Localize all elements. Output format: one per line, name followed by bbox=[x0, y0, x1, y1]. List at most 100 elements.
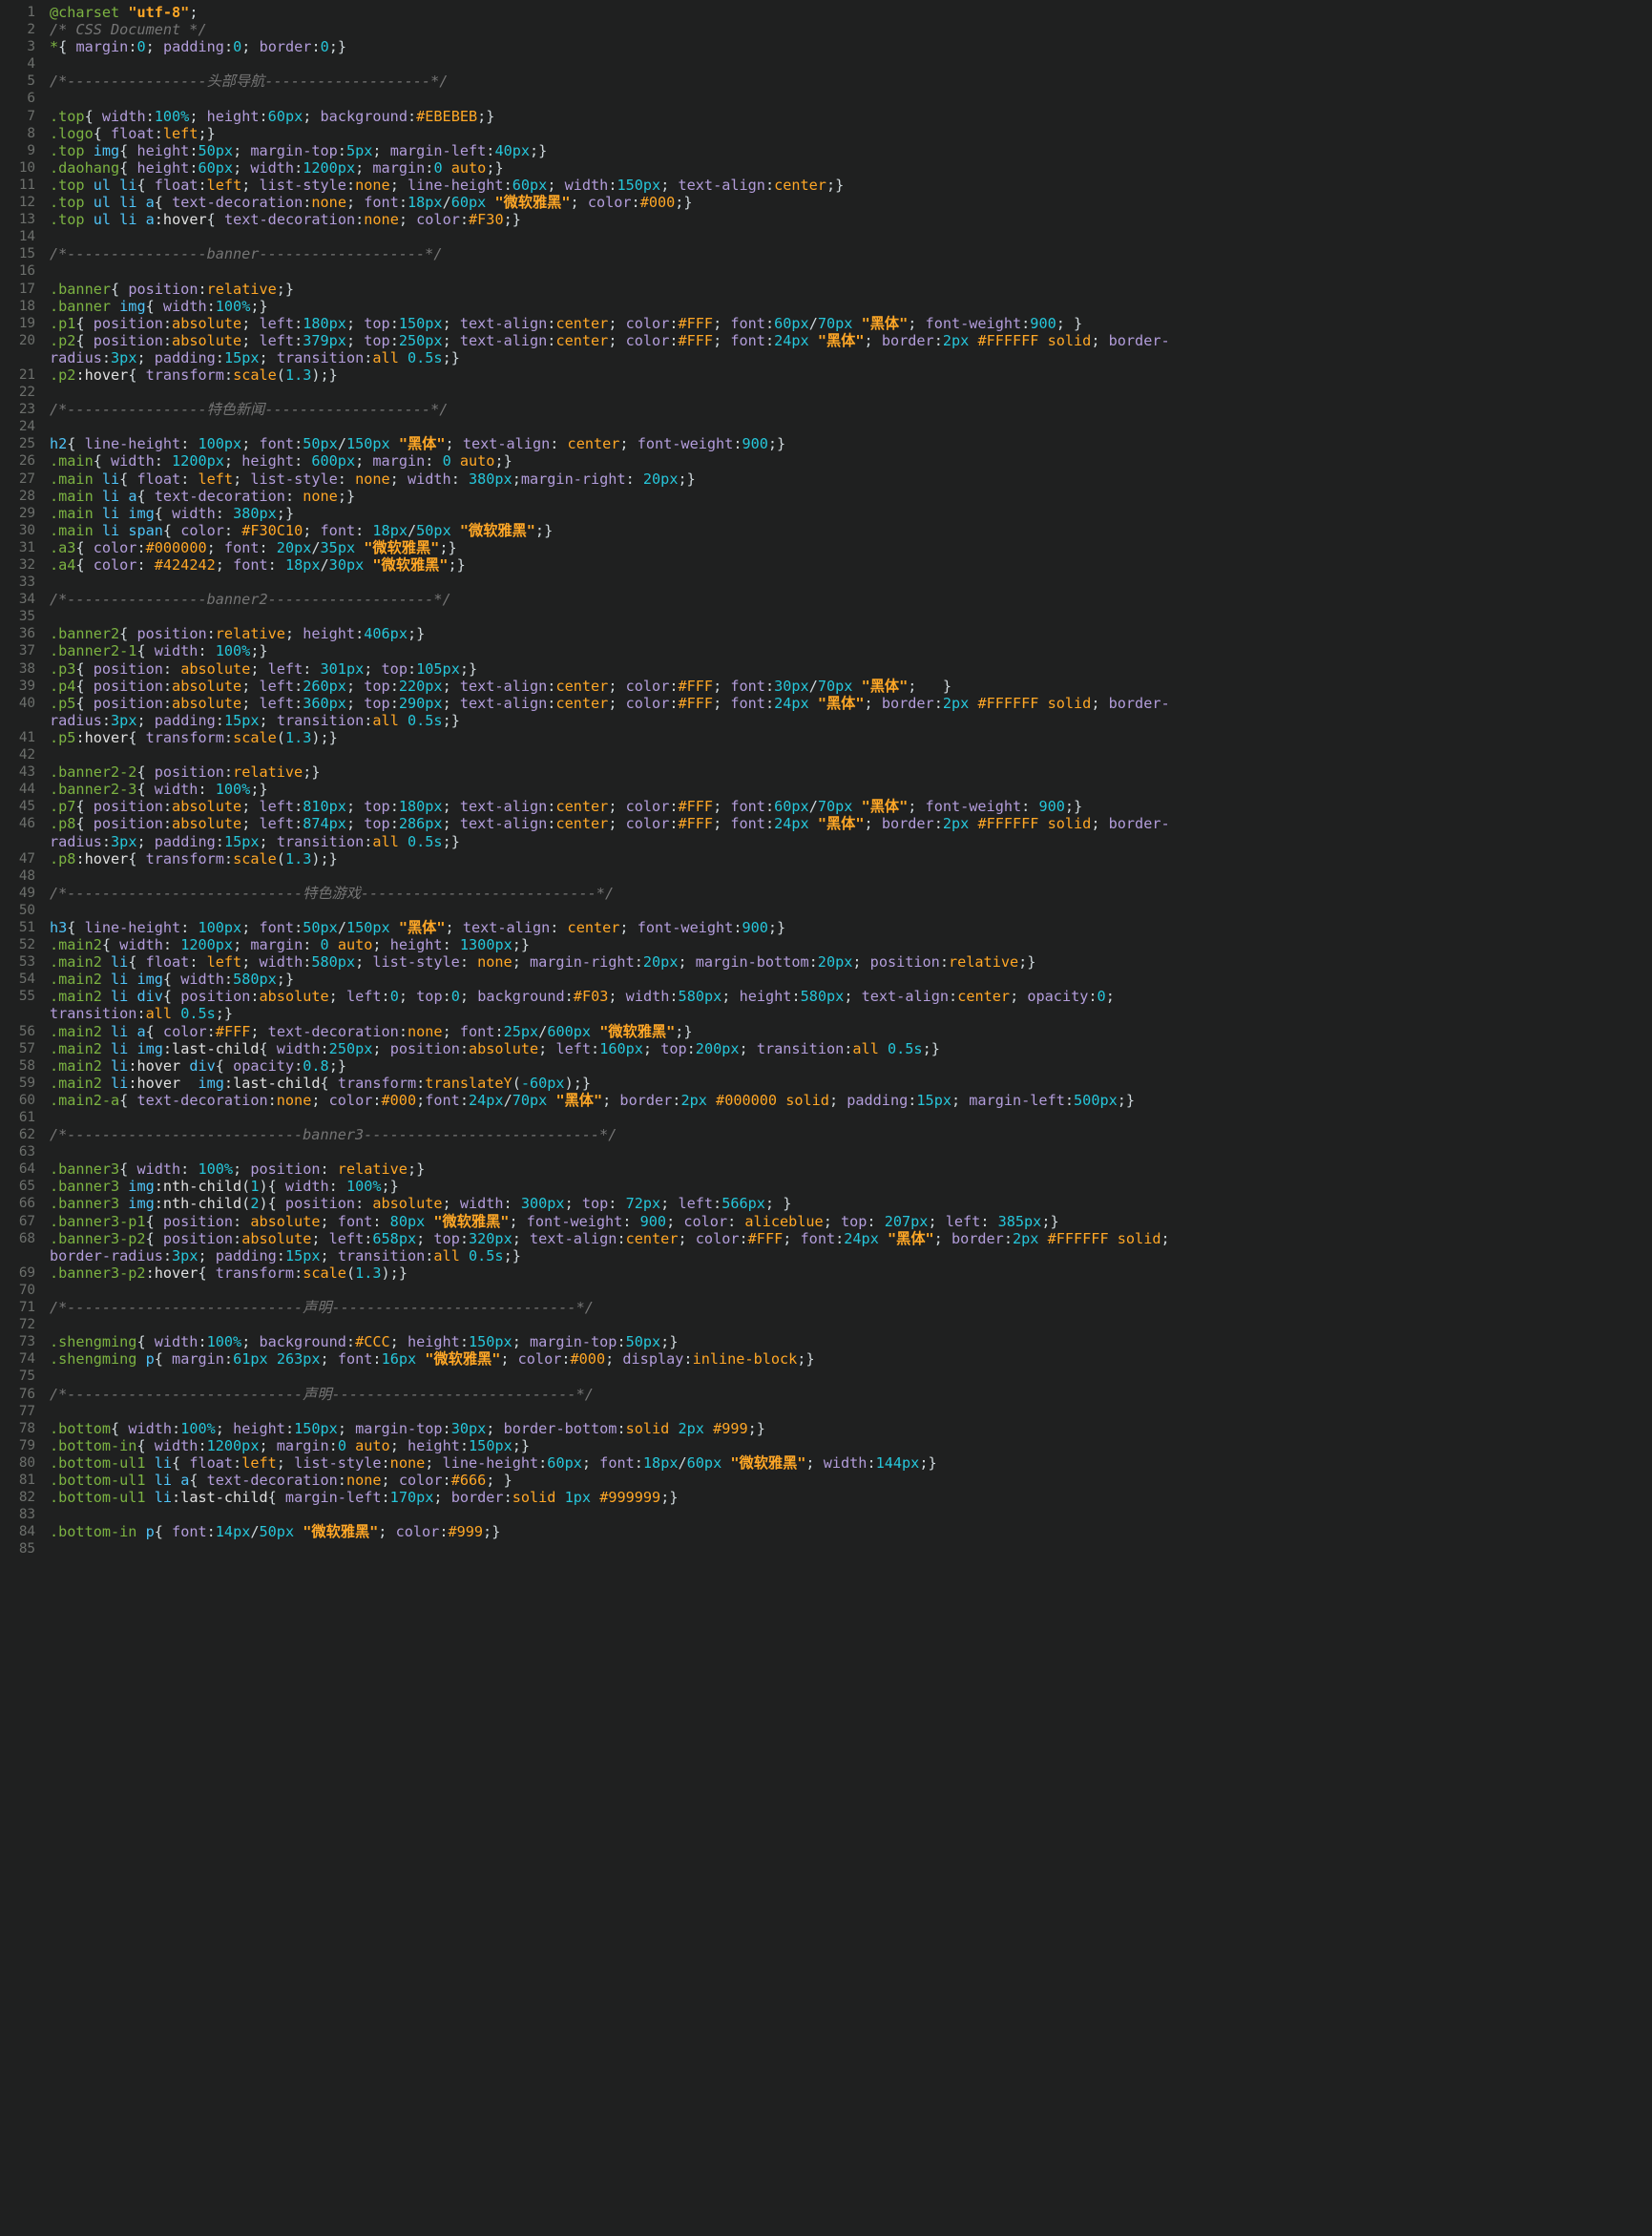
code-content[interactable]: .main li a{ text-decoration: none;} bbox=[50, 488, 1652, 505]
code-line[interactable]: 38 .p3{ position: absolute; left: 301px; … bbox=[0, 660, 1652, 678]
code-line[interactable]: 61 bbox=[0, 1109, 1652, 1126]
code-content[interactable]: transition:all 0.5s;} bbox=[50, 1005, 1652, 1022]
code-line[interactable]: 33 bbox=[0, 574, 1652, 591]
code-line[interactable]: 69 .banner3-p2:hover{ transform:scale(1.3… bbox=[0, 1264, 1652, 1282]
code-line[interactable]: 13 .top ul li a:hover{ text-decoration:no… bbox=[0, 211, 1652, 228]
code-line[interactable]: 8 .logo{ float:left;} bbox=[0, 125, 1652, 142]
code-content[interactable]: .top ul li{ float:left; list-style:none;… bbox=[50, 177, 1652, 194]
code-line[interactable]: 83 bbox=[0, 1506, 1652, 1523]
code-content[interactable]: *{ margin:0; padding:0; border:0;} bbox=[50, 38, 1652, 55]
code-content[interactable]: .top{ width:100%; height:60px; backgroun… bbox=[50, 108, 1652, 125]
code-line[interactable]: 59 .main2 li:hover img:last-child{ transf… bbox=[0, 1075, 1652, 1092]
code-content[interactable]: /*---------------------------声明---------… bbox=[50, 1299, 1652, 1316]
code-line[interactable]: 26 .main{ width: 1200px; height: 600px; m… bbox=[0, 452, 1652, 470]
code-line[interactable]: 23 /*----------------特色新闻----------------… bbox=[0, 401, 1652, 418]
code-content[interactable]: .p8:hover{ transform:scale(1.3);} bbox=[50, 850, 1652, 867]
code-line[interactable]: 49 /*---------------------------特色游戏-----… bbox=[0, 885, 1652, 902]
code-content[interactable]: .main li span{ color: #F30C10; font: 18p… bbox=[50, 522, 1652, 539]
code-line-wrapped[interactable]: radius:3px; padding:15px; transition:all… bbox=[0, 712, 1652, 729]
code-content[interactable]: /*----------------特色新闻------------------… bbox=[50, 401, 1652, 418]
code-line-wrapped[interactable]: radius:3px; padding:15px; transition:all… bbox=[0, 349, 1652, 366]
code-content[interactable]: radius:3px; padding:15px; transition:all… bbox=[50, 833, 1652, 850]
code-line[interactable]: 17 .banner{ position:relative;} bbox=[0, 281, 1652, 298]
code-line[interactable]: 9 .top img{ height:50px; margin-top:5px; … bbox=[0, 142, 1652, 159]
code-line[interactable]: 34 /*----------------banner2-------------… bbox=[0, 591, 1652, 608]
code-content[interactable]: /*---------------------------声明---------… bbox=[50, 1386, 1652, 1403]
code-content[interactable]: .bottom-in{ width:1200px; margin:0 auto;… bbox=[50, 1437, 1652, 1454]
code-content[interactable]: .main2 li div{ position:absolute; left:0… bbox=[50, 988, 1652, 1005]
code-line[interactable]: 64 .banner3{ width: 100%; position: relat… bbox=[0, 1160, 1652, 1178]
code-content[interactable]: .p4{ position:absolute; left:260px; top:… bbox=[50, 678, 1652, 695]
code-content[interactable]: /*----------------banner----------------… bbox=[50, 245, 1652, 262]
code-line[interactable]: 6 bbox=[0, 90, 1652, 107]
code-line[interactable]: 39 .p4{ position:absolute; left:260px; to… bbox=[0, 678, 1652, 695]
code-line[interactable]: 47 .p8:hover{ transform:scale(1.3);} bbox=[0, 850, 1652, 867]
code-line[interactable]: 79 .bottom-in{ width:1200px; margin:0 aut… bbox=[0, 1437, 1652, 1454]
code-line[interactable]: 70 bbox=[0, 1282, 1652, 1299]
code-line[interactable]: 19 .p1{ position:absolute; left:180px; to… bbox=[0, 315, 1652, 332]
code-content[interactable]: /*----------------头部导航------------------… bbox=[50, 73, 1652, 90]
code-line[interactable]: 20 .p2{ position:absolute; left:379px; to… bbox=[0, 332, 1652, 349]
code-line[interactable]: 75 bbox=[0, 1368, 1652, 1385]
code-line[interactable]: 4 bbox=[0, 55, 1652, 73]
code-content[interactable]: .p5{ position:absolute; left:360px; top:… bbox=[50, 695, 1652, 712]
code-content[interactable]: @charset "utf-8"; bbox=[50, 4, 1652, 21]
code-line[interactable]: 82 .bottom-ul1 li:last-child{ margin-left… bbox=[0, 1489, 1652, 1506]
code-content[interactable]: .bottom-ul1 li:last-child{ margin-left:1… bbox=[50, 1489, 1652, 1506]
code-content[interactable]: radius:3px; padding:15px; transition:all… bbox=[50, 712, 1652, 729]
code-line[interactable]: 43 .banner2-2{ position:relative;} bbox=[0, 763, 1652, 781]
code-content[interactable]: .main li img{ width: 380px;} bbox=[50, 505, 1652, 522]
code-line[interactable]: 45 .p7{ position:absolute; left:810px; to… bbox=[0, 798, 1652, 815]
code-content[interactable]: .bottom-ul1 li a{ text-decoration:none; … bbox=[50, 1472, 1652, 1489]
code-content[interactable]: .banner3-p1{ position: absolute; font: 8… bbox=[50, 1213, 1652, 1230]
code-line[interactable]: 36 .banner2{ position:relative; height:40… bbox=[0, 625, 1652, 642]
code-line[interactable]: 53 .main2 li{ float: left; width:580px; l… bbox=[0, 953, 1652, 971]
code-content[interactable]: .top ul li a:hover{ text-decoration:none… bbox=[50, 211, 1652, 228]
code-line[interactable]: 67 .banner3-p1{ position: absolute; font:… bbox=[0, 1213, 1652, 1230]
code-line[interactable]: 30 .main li span{ color: #F30C10; font: 1… bbox=[0, 522, 1652, 539]
code-content[interactable]: border-radius:3px; padding:15px; transit… bbox=[50, 1247, 1652, 1264]
code-content[interactable]: .main2 li{ float: left; width:580px; lis… bbox=[50, 953, 1652, 971]
code-content[interactable]: .banner{ position:relative;} bbox=[50, 281, 1652, 298]
code-line[interactable]: 28 .main li a{ text-decoration: none;} bbox=[0, 488, 1652, 505]
code-line[interactable]: 78 .bottom{ width:100%; height:150px; mar… bbox=[0, 1420, 1652, 1437]
code-line[interactable]: 51 h3{ line-height: 100px; font:50px/150p… bbox=[0, 919, 1652, 936]
code-line-wrapped[interactable]: transition:all 0.5s;} bbox=[0, 1005, 1652, 1022]
code-line[interactable]: 80 .bottom-ul1 li{ float:left; list-style… bbox=[0, 1454, 1652, 1472]
code-content[interactable]: .main2 li img:last-child{ width:250px; p… bbox=[50, 1040, 1652, 1057]
code-line[interactable]: 52 .main2{ width: 1200px; margin: 0 auto;… bbox=[0, 936, 1652, 953]
code-line[interactable]: 71 /*---------------------------声明-------… bbox=[0, 1299, 1652, 1316]
code-line[interactable]: 85 bbox=[0, 1540, 1652, 1557]
code-line[interactable]: 44 .banner2-3{ width: 100%;} bbox=[0, 781, 1652, 798]
code-line[interactable]: 3 *{ margin:0; padding:0; border:0;} bbox=[0, 38, 1652, 55]
code-content[interactable]: h3{ line-height: 100px; font:50px/150px … bbox=[50, 919, 1652, 936]
code-line[interactable]: 27 .main li{ float: left; list-style: non… bbox=[0, 470, 1652, 488]
code-line[interactable]: 62 /*---------------------------banner3--… bbox=[0, 1126, 1652, 1143]
code-line[interactable]: 68 .banner3-p2{ position:absolute; left:6… bbox=[0, 1230, 1652, 1247]
code-line[interactable]: 50 bbox=[0, 902, 1652, 919]
code-line[interactable]: 5 /*----------------头部导航-----------------… bbox=[0, 73, 1652, 90]
code-line[interactable]: 7 .top{ width:100%; height:60px; backgrou… bbox=[0, 108, 1652, 125]
code-content[interactable]: .main2 li:hover img:last-child{ transfor… bbox=[50, 1075, 1652, 1092]
code-line[interactable]: 32 .a4{ color: #424242; font: 18px/30px "… bbox=[0, 556, 1652, 574]
code-content[interactable]: .daohang{ height:60px; width:1200px; mar… bbox=[50, 159, 1652, 177]
code-line[interactable]: 60 .main2-a{ text-decoration:none; color:… bbox=[0, 1092, 1652, 1109]
code-line[interactable]: 15 /*----------------banner--------------… bbox=[0, 245, 1652, 262]
code-content[interactable]: .main{ width: 1200px; height: 600px; mar… bbox=[50, 452, 1652, 470]
code-content[interactable]: .p8{ position:absolute; left:874px; top:… bbox=[50, 815, 1652, 832]
code-content[interactable]: .banner2-3{ width: 100%;} bbox=[50, 781, 1652, 798]
code-line[interactable]: 63 bbox=[0, 1143, 1652, 1160]
code-content[interactable]: .banner img{ width:100%;} bbox=[50, 298, 1652, 315]
code-content[interactable]: .banner3 img:nth-child(2){ position: abs… bbox=[50, 1195, 1652, 1212]
code-line[interactable]: 48 bbox=[0, 867, 1652, 885]
code-line[interactable]: 84 .bottom-in p{ font:14px/50px "微软雅黑"; c… bbox=[0, 1523, 1652, 1540]
code-line[interactable]: 35 bbox=[0, 608, 1652, 625]
code-line[interactable]: 37 .banner2-1{ width: 100%;} bbox=[0, 642, 1652, 659]
code-line[interactable]: 25 h2{ line-height: 100px; font:50px/150p… bbox=[0, 435, 1652, 452]
code-content[interactable]: /*---------------------------特色游戏-------… bbox=[50, 885, 1652, 902]
code-content[interactable]: .shengming p{ margin:61px 263px; font:16… bbox=[50, 1350, 1652, 1368]
code-line[interactable]: 58 .main2 li:hover div{ opacity:0.8;} bbox=[0, 1057, 1652, 1075]
code-line[interactable]: 42 bbox=[0, 746, 1652, 763]
code-line-wrapped[interactable]: border-radius:3px; padding:15px; transit… bbox=[0, 1247, 1652, 1264]
code-content[interactable]: .top img{ height:50px; margin-top:5px; m… bbox=[50, 142, 1652, 159]
